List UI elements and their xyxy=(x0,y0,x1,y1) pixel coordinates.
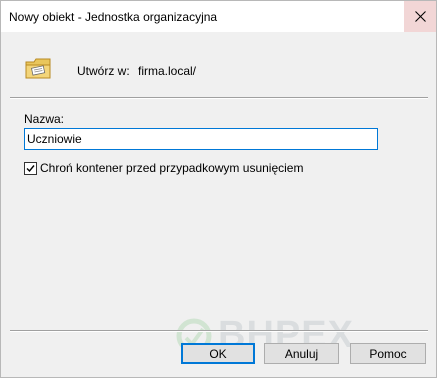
cancel-button[interactable]: Anuluj xyxy=(264,343,339,364)
ok-button[interactable]: OK xyxy=(181,343,255,364)
name-label: Nazwa: xyxy=(24,112,65,126)
checkbox-box[interactable] xyxy=(24,161,37,175)
footer-separator xyxy=(10,330,428,332)
protect-container-checkbox[interactable]: Chroń kontener przed przypadkowym usunię… xyxy=(24,161,303,175)
dialog-window: Nowy obiekt - Jednostka organizacyjna Ut… xyxy=(0,0,437,378)
window-title: Nowy obiekt - Jednostka organizacyjna xyxy=(9,10,218,24)
organizational-unit-icon xyxy=(25,58,51,79)
close-button[interactable] xyxy=(404,1,436,32)
checkmark-icon xyxy=(26,164,35,172)
dialog-body: Utwórz w: firma.local/ Nazwa: Chroń kont… xyxy=(1,32,436,377)
protect-container-label: Chroń kontener przed przypadkowym usunię… xyxy=(40,161,304,175)
create-in-label: Utwórz w: xyxy=(77,64,130,78)
name-input[interactable] xyxy=(24,128,378,150)
help-button[interactable]: Pomoc xyxy=(350,343,426,364)
header-separator xyxy=(10,97,428,99)
close-icon xyxy=(414,11,426,22)
title-bar: Nowy obiekt - Jednostka organizacyjna xyxy=(1,1,436,32)
create-in-value: firma.local/ xyxy=(138,64,197,78)
